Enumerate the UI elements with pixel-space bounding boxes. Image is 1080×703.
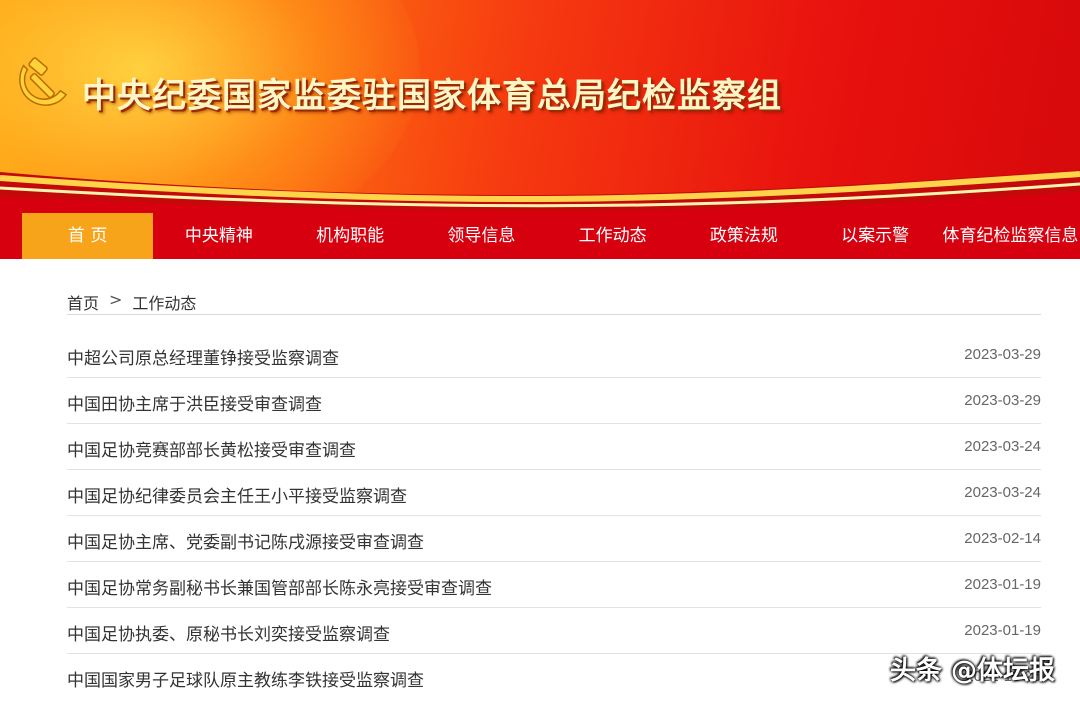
list-item: 中国足协纪律委员会主任王小平接受监察调查 2023-03-24 xyxy=(67,470,1041,516)
article-date: 2023-03-24 xyxy=(964,438,1041,455)
article-date: 2023-03-24 xyxy=(964,484,1041,501)
list-item: 中国足协竞赛部部长黄松接受审查调查 2023-03-24 xyxy=(67,424,1041,470)
header-banner: 中央纪委国家监委驻国家体育总局纪检监察组 xyxy=(0,0,1080,213)
nav-item-work-news[interactable]: 工作动态 xyxy=(547,213,678,259)
article-title-link[interactable]: 中超公司原总经理董铮接受监察调查 xyxy=(67,344,339,369)
nav-item-sports-inspection[interactable]: 体育纪检监察信息 xyxy=(941,213,1080,259)
main-nav: 首 页 中央精神 机构职能 领导信息 工作动态 政策法规 以案示警 体育纪检监察… xyxy=(0,213,1080,259)
article-title-link[interactable]: 中国足协常务副秘书长兼国管部部长陈永亮接受审查调查 xyxy=(67,574,492,599)
list-item: 中国田协主席于洪臣接受审查调查 2023-03-29 xyxy=(67,378,1041,424)
nav-item-home[interactable]: 首 页 xyxy=(22,213,154,259)
article-list: 中超公司原总经理董铮接受监察调查 2023-03-29 中国田协主席于洪臣接受审… xyxy=(67,332,1041,699)
article-title-link[interactable]: 中国田协主席于洪臣接受审查调查 xyxy=(67,390,322,415)
list-item: 中国足协主席、党委副书记陈戌源接受审查调查 2023-02-14 xyxy=(67,516,1041,562)
watermark: 头条 @体坛报 xyxy=(890,656,1056,686)
list-item: 中国足协执委、原秘书长刘奕接受监察调查 2023-01-19 xyxy=(67,608,1041,654)
nav-item-policies[interactable]: 政策法规 xyxy=(678,213,809,259)
nav-item-case-warnings[interactable]: 以案示警 xyxy=(810,213,941,259)
article-date: 2023-03-29 xyxy=(964,392,1041,409)
site-title: 中央纪委国家监委驻国家体育总局纪检监察组 xyxy=(82,76,782,116)
breadcrumb-home[interactable]: 首页 xyxy=(67,290,99,314)
article-date: 2023-02-14 xyxy=(964,530,1041,547)
nav-item-leadership[interactable]: 领导信息 xyxy=(416,213,547,259)
article-title-link[interactable]: 中国足协执委、原秘书长刘奕接受监察调查 xyxy=(67,620,390,645)
banner-waves xyxy=(0,170,1080,213)
article-title-link[interactable]: 中国足协纪律委员会主任王小平接受监察调查 xyxy=(67,482,407,507)
article-date: 2023-03-29 xyxy=(964,346,1041,363)
article-title-link[interactable]: 中国足协主席、党委副书记陈戌源接受审查调查 xyxy=(67,528,424,553)
list-item: 中超公司原总经理董铮接受监察调查 2023-03-29 xyxy=(67,332,1041,378)
hammer-sickle-icon xyxy=(19,57,68,106)
article-date: 2023-01-19 xyxy=(964,622,1041,639)
breadcrumb-separator: > xyxy=(109,290,123,309)
article-title-link[interactable]: 中国足协竞赛部部长黄松接受审查调查 xyxy=(67,436,356,461)
list-item: 中国足协常务副秘书长兼国管部部长陈永亮接受审查调查 2023-01-19 xyxy=(67,562,1041,608)
breadcrumb-current[interactable]: 工作动态 xyxy=(132,290,196,314)
breadcrumb: 首页 > 工作动态 xyxy=(67,290,1041,315)
nav-item-org-functions[interactable]: 机构职能 xyxy=(285,213,416,259)
nav-item-central-spirit[interactable]: 中央精神 xyxy=(153,213,284,259)
article-date: 2023-01-19 xyxy=(964,576,1041,593)
article-title-link[interactable]: 中国国家男子足球队原主教练李铁接受监察调查 xyxy=(67,666,424,691)
